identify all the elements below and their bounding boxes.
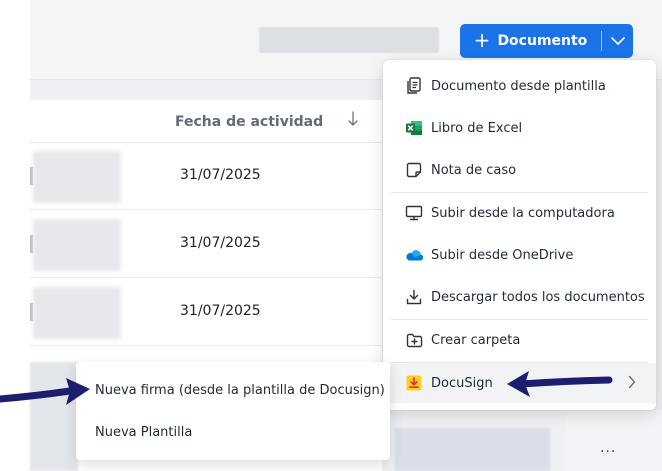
download-icon (406, 289, 422, 305)
annotation-arrow-new-signature (0, 378, 90, 405)
new-document-button[interactable]: + Documento (460, 24, 601, 58)
new-document-dropdown-menu: Documento desde plantilla Libro de Excel… (383, 60, 656, 410)
submenu-item-label: Nueva Plantilla (95, 424, 193, 440)
docusign-icon (406, 375, 422, 391)
menu-item-download-all[interactable]: Descargar todos los documentos (383, 277, 656, 317)
table-row[interactable]: 31/07/2025 (30, 279, 382, 346)
activity-date: 31/07/2025 (180, 235, 261, 251)
table-row[interactable]: 31/07/2025 (30, 143, 382, 210)
submenu-item-new-signature[interactable]: Nueva firma (desde la plantilla de Docus… (76, 370, 390, 410)
menu-item-excel-workbook[interactable]: Libro de Excel (383, 108, 656, 148)
redacted-cell (33, 151, 121, 203)
annotation-arrow-docusign (507, 371, 613, 397)
chevron-right-icon (628, 375, 636, 389)
activity-date: 31/07/2025 (180, 167, 261, 183)
table-row[interactable]: 31/07/2025 (30, 211, 382, 278)
folder-plus-icon (406, 333, 422, 347)
menu-item-label: DocuSign (431, 375, 493, 391)
redacted-header-field (259, 27, 439, 53)
menu-item-label: Nota de caso (431, 162, 517, 178)
column-header-fecha[interactable]: Fecha de actividad (175, 114, 323, 130)
row-actions-button[interactable]: ... (600, 440, 616, 456)
menu-item-upload-from-onedrive[interactable]: Subir desde OneDrive (383, 235, 656, 275)
submenu-item-label: Nueva firma (desde la plantilla de Docus… (95, 382, 385, 398)
menu-item-label: Documento desde plantilla (431, 78, 606, 94)
onedrive-icon (406, 250, 424, 261)
table-header: Fecha de actividad (30, 100, 382, 143)
redacted-cell (33, 219, 121, 271)
chevron-down-icon (610, 36, 625, 45)
menu-item-label: Subir desde OneDrive (431, 247, 574, 263)
docusign-submenu: Nueva firma (desde la plantilla de Docus… (76, 362, 390, 460)
redacted-cell (33, 287, 121, 339)
plus-icon: + (473, 28, 491, 52)
activity-date: 31/07/2025 (180, 303, 261, 319)
new-document-label: Documento (497, 33, 588, 49)
menu-item-create-folder[interactable]: Crear carpeta (383, 320, 656, 360)
monitor-icon (405, 205, 423, 221)
document-template-icon (407, 77, 421, 94)
menu-item-label: Subir desde la computadora (431, 205, 615, 221)
excel-icon (406, 121, 422, 135)
menu-item-label: Crear carpeta (431, 332, 521, 348)
dropdown-toggle[interactable] (602, 24, 633, 58)
new-document-split-button[interactable]: + Documento (460, 24, 633, 58)
menu-item-label: Libro de Excel (431, 120, 523, 136)
menu-item-label: Descargar todos los documentos (431, 289, 645, 305)
menu-item-case-note[interactable]: Nota de caso (383, 150, 656, 190)
sort-descending-icon[interactable] (348, 111, 358, 127)
submenu-item-new-template[interactable]: Nueva Plantilla (76, 412, 390, 452)
redacted-cell (395, 428, 550, 471)
menu-item-upload-from-computer[interactable]: Subir desde la computadora (383, 193, 656, 233)
menu-item-document-from-template[interactable]: Documento desde plantilla (383, 66, 656, 106)
note-icon (406, 162, 422, 178)
